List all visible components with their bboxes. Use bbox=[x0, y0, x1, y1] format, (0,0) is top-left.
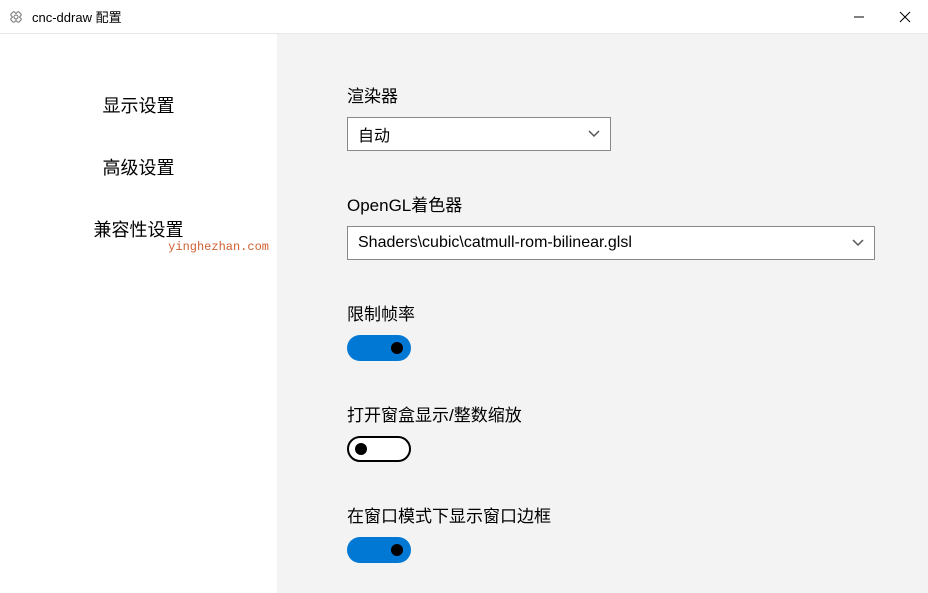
chevron-down-icon bbox=[852, 236, 864, 250]
setting-limit-fps: 限制帧率 bbox=[347, 300, 878, 361]
setting-boxing: 打开窗盒显示/整数缩放 bbox=[347, 401, 878, 462]
toggle-knob bbox=[391, 342, 403, 354]
window-title: cnc-ddraw 配置 bbox=[32, 7, 836, 26]
titlebar: cnc-ddraw 配置 bbox=[0, 0, 928, 34]
minimize-button[interactable] bbox=[836, 0, 882, 33]
shader-label: OpenGL着色器 bbox=[347, 191, 878, 216]
sidebar-item-label: 兼容性设置 bbox=[94, 220, 184, 240]
sidebar-item-label: 显示设置 bbox=[103, 96, 175, 116]
setting-border: 在窗口模式下显示窗口边框 bbox=[347, 502, 878, 563]
watermark-text: yinghezhan.com bbox=[168, 240, 269, 254]
boxing-toggle[interactable] bbox=[347, 436, 411, 462]
renderer-value: 自动 bbox=[358, 122, 390, 146]
limit-fps-toggle[interactable] bbox=[347, 335, 411, 361]
window-controls bbox=[836, 0, 928, 33]
renderer-label: 渲染器 bbox=[347, 82, 878, 107]
sidebar-item-display[interactable]: 显示设置 bbox=[0, 74, 277, 136]
shader-value: Shaders\cubic\catmull-rom-bilinear.glsl bbox=[358, 234, 632, 252]
boxing-label: 打开窗盒显示/整数缩放 bbox=[347, 401, 878, 426]
shader-select[interactable]: Shaders\cubic\catmull-rom-bilinear.glsl bbox=[347, 226, 875, 260]
toggle-knob bbox=[355, 443, 367, 455]
renderer-select[interactable]: 自动 bbox=[347, 117, 611, 151]
setting-renderer: 渲染器 自动 bbox=[347, 82, 878, 151]
setting-shader: OpenGL着色器 Shaders\cubic\catmull-rom-bili… bbox=[347, 191, 878, 260]
sidebar-item-label: 高级设置 bbox=[103, 158, 175, 178]
close-button[interactable] bbox=[882, 0, 928, 33]
toggle-knob bbox=[391, 544, 403, 556]
main-panel: 渲染器 自动 OpenGL着色器 Shaders\cubic\catmull-r… bbox=[277, 34, 928, 593]
sidebar: 显示设置 高级设置 兼容性设置 yinghezhan.com bbox=[0, 34, 277, 593]
chevron-down-icon bbox=[588, 127, 600, 141]
limit-fps-label: 限制帧率 bbox=[347, 300, 878, 325]
sidebar-item-advanced[interactable]: 高级设置 bbox=[0, 136, 277, 198]
border-label: 在窗口模式下显示窗口边框 bbox=[347, 502, 878, 527]
border-toggle[interactable] bbox=[347, 537, 411, 563]
app-icon bbox=[8, 9, 24, 25]
